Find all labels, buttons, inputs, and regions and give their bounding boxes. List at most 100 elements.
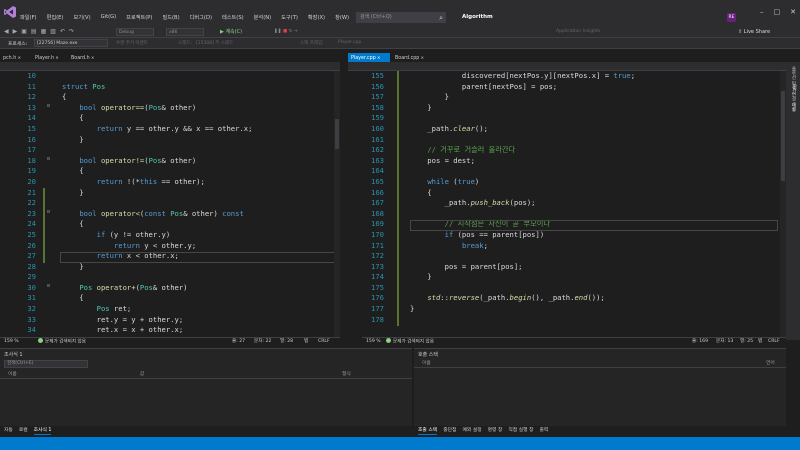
code-line[interactable]: }: [410, 272, 635, 283]
panel-tab[interactable]: 예외 설정: [462, 426, 481, 435]
col-type[interactable]: 형식: [342, 370, 351, 379]
code-line[interactable]: }: [410, 92, 635, 103]
code-line[interactable]: [410, 209, 635, 220]
undo-icon[interactable]: ↶: [60, 28, 65, 35]
panel-tab[interactable]: 호출 스택: [418, 426, 438, 435]
code-line[interactable]: ret.y = y + other.y;: [62, 315, 252, 326]
code-line[interactable]: while (true): [410, 177, 635, 188]
code-line[interactable]: break;: [410, 241, 635, 252]
code-line[interactable]: if (pos == parent[pos]): [410, 230, 635, 241]
zoom-level[interactable]: 159 %: [4, 338, 19, 346]
code-line[interactable]: [410, 251, 635, 262]
menu-item[interactable]: Git(G): [101, 14, 117, 21]
debug-config-select[interactable]: Debug: [116, 28, 154, 36]
menu-item[interactable]: 프로젝트(P): [126, 14, 152, 21]
thread-select[interactable]: [15308] 주 스레드: [196, 40, 233, 46]
code-line[interactable]: [410, 315, 635, 326]
open-icon[interactable]: ▤: [31, 28, 37, 35]
tab-player-h[interactable]: Player.h ✕: [32, 53, 66, 62]
code-line[interactable]: {: [62, 219, 252, 230]
process-select[interactable]: [22756] Maze.exe: [34, 39, 108, 47]
panel-tab[interactable]: 조사식 1: [33, 426, 52, 435]
tab-close-icon[interactable]: ✕: [16, 55, 21, 60]
line-ending[interactable]: CRLF: [318, 338, 330, 346]
menu-item[interactable]: 편집(E): [47, 14, 64, 21]
code-line[interactable]: {: [62, 166, 252, 177]
col-name[interactable]: 이름: [8, 370, 17, 379]
panel-tab[interactable]: 출력: [540, 426, 549, 435]
panel-tab[interactable]: 중단점: [443, 426, 456, 435]
code-line[interactable]: [410, 113, 635, 124]
maximize-icon[interactable]: □: [774, 8, 781, 16]
stop-icon[interactable]: ■: [283, 29, 287, 34]
code-line[interactable]: }: [62, 188, 252, 199]
fold-icon[interactable]: ⊟: [47, 103, 50, 109]
menu-item[interactable]: 도구(T): [281, 14, 298, 21]
code-line[interactable]: std::reverse(_path.begin(), _path.end())…: [410, 293, 635, 304]
code-line[interactable]: [62, 272, 252, 283]
restart-icon[interactable]: ↻: [289, 29, 293, 34]
tab-close-icon[interactable]: ✕: [54, 55, 58, 60]
minimize-icon[interactable]: –: [760, 8, 764, 16]
issues-status[interactable]: 문제가 검색되지 않음: [386, 338, 434, 347]
left-navigation-bar[interactable]: [0, 62, 340, 71]
scroll-thumb[interactable]: [335, 119, 339, 149]
col-language[interactable]: 언어: [766, 359, 775, 368]
panel-tab[interactable]: 명령 창: [488, 426, 503, 435]
menu-item[interactable]: 창(W): [335, 14, 349, 21]
menu-item[interactable]: 테스트(S): [222, 14, 244, 21]
pause-icon[interactable]: ❚❚: [274, 29, 282, 34]
indent-mode[interactable]: 탭: [304, 338, 308, 346]
fold-icon[interactable]: ⊟: [47, 283, 50, 289]
panel-tab[interactable]: 로컬: [19, 426, 28, 435]
line-ending[interactable]: CRLF: [768, 338, 780, 346]
tab-close-icon[interactable]: ✕: [376, 55, 380, 60]
scroll-thumb[interactable]: [781, 91, 785, 181]
menu-item[interactable]: 디버그(D): [190, 14, 212, 21]
code-line[interactable]: [62, 145, 252, 156]
save-all-icon[interactable]: ▧: [50, 28, 56, 35]
code-line[interactable]: _path.push_back(pos);: [410, 198, 635, 209]
code-line[interactable]: [410, 135, 635, 146]
panel-tab[interactable]: 직접 실행 창: [508, 426, 533, 435]
right-navigation-bar[interactable]: [348, 62, 786, 71]
menu-item[interactable]: 파일(F): [20, 14, 37, 21]
code-line[interactable]: ret.x = x + other.x;: [62, 325, 252, 336]
code-line[interactable]: struct Pos: [62, 82, 252, 93]
indent-mode[interactable]: 탭: [758, 338, 762, 346]
panel-tab[interactable]: 자동: [4, 426, 13, 435]
tab-close-icon[interactable]: ✕: [419, 55, 424, 60]
col-name[interactable]: 이름: [422, 359, 431, 368]
code-line[interactable]: parent[nextPos] = pos;: [410, 82, 635, 93]
code-line[interactable]: bool operator!=(Pos& other): [62, 156, 252, 167]
code-line[interactable]: pos = parent[pos];: [410, 262, 635, 273]
code-content[interactable]: struct Pos{ bool operator==(Pos& other) …: [62, 71, 252, 336]
code-line[interactable]: return y == other.y && x == other.x;: [62, 124, 253, 135]
code-content[interactable]: discovered[nextPos.y][nextPos.x] = true;…: [410, 71, 635, 325]
left-vertical-scrollbar[interactable]: [334, 71, 340, 337]
code-line[interactable]: [410, 283, 635, 294]
code-line[interactable]: [62, 71, 252, 82]
rail-tab[interactable]: 속성: [790, 102, 796, 111]
code-line[interactable]: }: [410, 103, 635, 114]
tab-player-cpp[interactable]: Player.cpp ✕: [348, 53, 390, 62]
fold-icon[interactable]: ⊟: [47, 156, 50, 162]
tab-close-icon[interactable]: ✕: [90, 55, 94, 60]
stack-frame-select[interactable]: Player.cpp: [338, 40, 361, 45]
code-line[interactable]: [62, 198, 252, 209]
code-line[interactable]: pos = dest;: [410, 156, 635, 167]
left-code-editor[interactable]: 10 11 12 13 14 15 16 17 18 19 20 21 22 23 24 25 26 27 28 29…: [0, 71, 340, 337]
save-icon[interactable]: ▦: [41, 28, 47, 35]
tab-board-cpp[interactable]: Board.cpp ✕: [392, 53, 430, 62]
code-line[interactable]: }: [62, 135, 252, 146]
search-input[interactable]: 검색 (Ctrl+Q) ⌕: [356, 12, 446, 23]
code-line[interactable]: discovered[nextPos.y][nextPos.x] = true;: [410, 71, 635, 82]
code-line[interactable]: if (y != other.y): [62, 230, 252, 241]
code-line[interactable]: return y < other.y;: [62, 241, 252, 252]
code-line[interactable]: {: [62, 92, 252, 103]
menu-item[interactable]: 빌드(B): [162, 14, 179, 21]
code-line[interactable]: [410, 166, 635, 177]
menu-item[interactable]: 보기(V): [73, 14, 90, 21]
col-value[interactable]: 값: [140, 370, 144, 379]
new-file-icon[interactable]: ▣: [21, 28, 27, 35]
